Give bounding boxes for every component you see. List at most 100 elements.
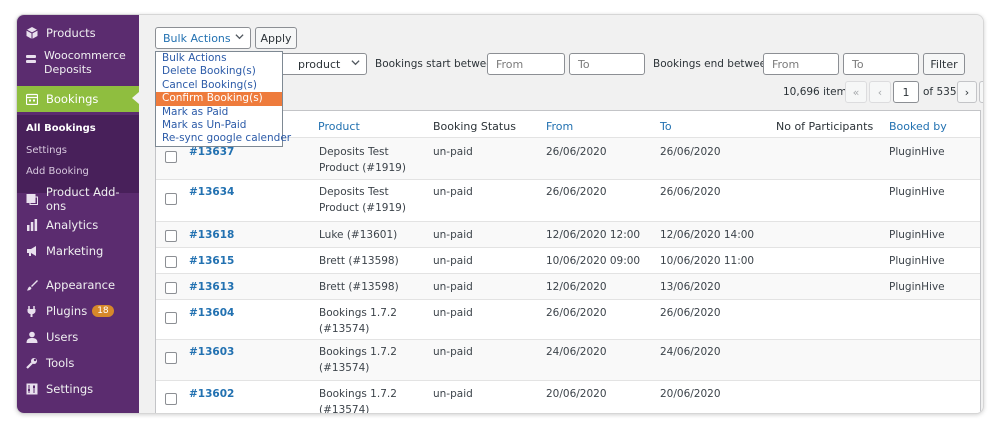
apply-button[interactable]: Apply — [255, 27, 297, 49]
sidebar-item-tools[interactable]: Tools — [17, 351, 139, 375]
start-from-input[interactable]: From — [487, 53, 565, 75]
sidebar-item-label: Bookings — [46, 92, 99, 106]
bulk-option-mark-paid[interactable]: Mark as Paid — [156, 106, 282, 119]
sidebar-item-bookings[interactable]: Bookings — [17, 86, 139, 112]
sidebar-item-label: Appearance — [46, 278, 116, 292]
sidebar-item-label: Product Add-ons — [45, 185, 120, 213]
next-page-button[interactable]: › — [957, 81, 977, 103]
col-participants: No of Participants — [776, 120, 874, 133]
sidebar-item-plugins[interactable]: Plugins 18 — [17, 299, 139, 323]
col-to[interactable]: To — [660, 120, 672, 133]
prev-page-button[interactable]: ‹ — [869, 81, 891, 103]
col-booking-status: Booking Status — [433, 120, 516, 133]
sidebar-item-appearance[interactable]: Appearance — [17, 273, 139, 297]
booking-booked-by: PluginHive — [889, 281, 945, 293]
booking-to: 12/06/2020 14:00 — [660, 229, 755, 241]
last-page-button[interactable]: » — [979, 81, 983, 103]
booking-booked-by: PluginHive — [889, 229, 945, 241]
app-window: Products Woocommerce Deposits Bookings A… — [16, 14, 984, 414]
row-checkbox[interactable] — [165, 193, 177, 205]
col-product[interactable]: Product — [318, 120, 360, 133]
end-from-input[interactable]: From — [763, 53, 839, 75]
row-checkbox[interactable] — [165, 230, 177, 242]
start-between-label: Bookings start between: — [375, 58, 503, 70]
items-count: 10,696 items — [783, 86, 853, 98]
bar-chart-icon — [25, 218, 39, 232]
booking-id-link[interactable]: #13634 — [189, 184, 234, 200]
col-booked-by[interactable]: Booked by — [889, 120, 947, 133]
bulk-actions-dropdown: Bulk Actions Delete Booking(s) Cancel Bo… — [155, 51, 291, 147]
megaphone-icon — [25, 244, 39, 258]
submenu-all-bookings[interactable]: All Bookings — [26, 123, 96, 134]
sidebar-item-settings[interactable]: Settings — [17, 377, 139, 401]
bookings-submenu: All Bookings Settings Add Booking — [17, 115, 139, 193]
booking-to: 20/06/2020 — [660, 388, 721, 400]
booking-status: un-paid — [433, 281, 473, 293]
sidebar-item-analytics[interactable]: Analytics — [17, 213, 139, 237]
booking-from: 26/06/2020 — [546, 186, 607, 198]
bulk-option-resync[interactable]: Re-sync google calender — [156, 132, 291, 145]
table-row: #13615 Brett (#13598) un-paid 10/06/2020… — [156, 247, 980, 273]
booking-booked-by: PluginHive — [889, 146, 945, 158]
calendar-icon — [25, 92, 39, 106]
table-row: #13604 Bookings 1.7.2 (#13574) un-paid 2… — [156, 299, 980, 339]
submenu-add-booking[interactable]: Add Booking — [26, 166, 89, 177]
start-to-input[interactable]: To — [569, 53, 645, 75]
booking-to: 13/06/2020 — [660, 281, 721, 293]
row-checkbox[interactable] — [165, 312, 177, 324]
sidebar-item-label: Woocommerce Deposits — [44, 49, 126, 76]
bulk-actions-value: Bulk Actions — [163, 31, 231, 45]
booking-status: un-paid — [433, 307, 473, 319]
booking-to: 26/06/2020 — [660, 307, 721, 319]
sidebar-item-label: Settings — [46, 382, 94, 396]
sidebar-item-product-addons[interactable]: Product Add-ons — [17, 185, 139, 213]
deposits-icon — [25, 52, 37, 66]
booking-product: Brett (#13598) — [319, 255, 399, 267]
booking-product: Luke (#13601) — [319, 229, 398, 241]
booking-product: Deposits Test Product (#1919) — [319, 146, 406, 174]
chevron-down-icon — [235, 32, 244, 44]
bulk-option-mark-unpaid[interactable]: Mark as Un-Paid — [156, 119, 282, 132]
booking-product: Bookings 1.7.2 (#13574) — [319, 346, 397, 374]
booking-from: 10/06/2020 09:00 — [546, 255, 641, 267]
current-page-input[interactable]: 1 — [893, 81, 919, 103]
sidebar-item-marketing[interactable]: Marketing — [17, 239, 139, 263]
first-page-button[interactable]: « — [845, 81, 867, 103]
col-from[interactable]: From — [546, 120, 573, 133]
bulk-option-confirm[interactable]: Confirm Booking(s) — [156, 92, 282, 106]
sidebar-item-label: Plugins — [46, 304, 88, 318]
bulk-actions-select[interactable]: Bulk Actions — [155, 27, 251, 49]
sidebar-item-users[interactable]: Users — [17, 325, 139, 349]
booking-to: 10/06/2020 11:00 — [660, 255, 755, 267]
bulk-option-cancel[interactable]: Cancel Booking(s) — [156, 79, 282, 92]
booking-booked-by: PluginHive — [889, 186, 945, 198]
bulk-option-bulk-actions[interactable]: Bulk Actions — [156, 52, 282, 65]
sidebar-item-woocommerce-deposits[interactable]: Woocommerce Deposits — [17, 49, 139, 85]
bulk-option-delete[interactable]: Delete Booking(s) — [156, 65, 282, 78]
row-checkbox[interactable] — [165, 393, 177, 405]
row-checkbox[interactable] — [165, 151, 177, 163]
plugins-update-badge: 18 — [92, 305, 114, 317]
booking-to: 24/06/2020 — [660, 346, 721, 358]
admin-sidebar: Products Woocommerce Deposits Bookings A… — [17, 15, 139, 413]
booking-id-link[interactable]: #13603 — [189, 344, 234, 360]
booking-id-link[interactable]: #13615 — [189, 253, 234, 269]
sidebar-item-products[interactable]: Products — [17, 21, 139, 45]
filter-button[interactable]: Filter — [923, 53, 965, 75]
booking-id-link[interactable]: #13618 — [189, 227, 234, 243]
plugin-icon — [25, 304, 39, 318]
booking-id-link[interactable]: #13602 — [189, 386, 234, 402]
submenu-settings[interactable]: Settings — [26, 145, 67, 156]
total-pages-label: of 535 — [923, 86, 957, 98]
booking-from: 24/06/2020 — [546, 346, 607, 358]
end-to-input[interactable]: To — [843, 53, 919, 75]
booking-product: Brett (#13598) — [319, 281, 399, 293]
row-checkbox[interactable] — [165, 282, 177, 294]
booking-id-link[interactable]: #13613 — [189, 279, 234, 295]
sidebar-item-label: Tools — [46, 356, 75, 370]
booking-id-link[interactable]: #13604 — [189, 305, 234, 321]
row-checkbox[interactable] — [165, 256, 177, 268]
booking-booked-by: PluginHive — [889, 255, 945, 267]
row-checkbox[interactable] — [165, 352, 177, 364]
sidebar-item-label: Analytics — [46, 218, 99, 232]
